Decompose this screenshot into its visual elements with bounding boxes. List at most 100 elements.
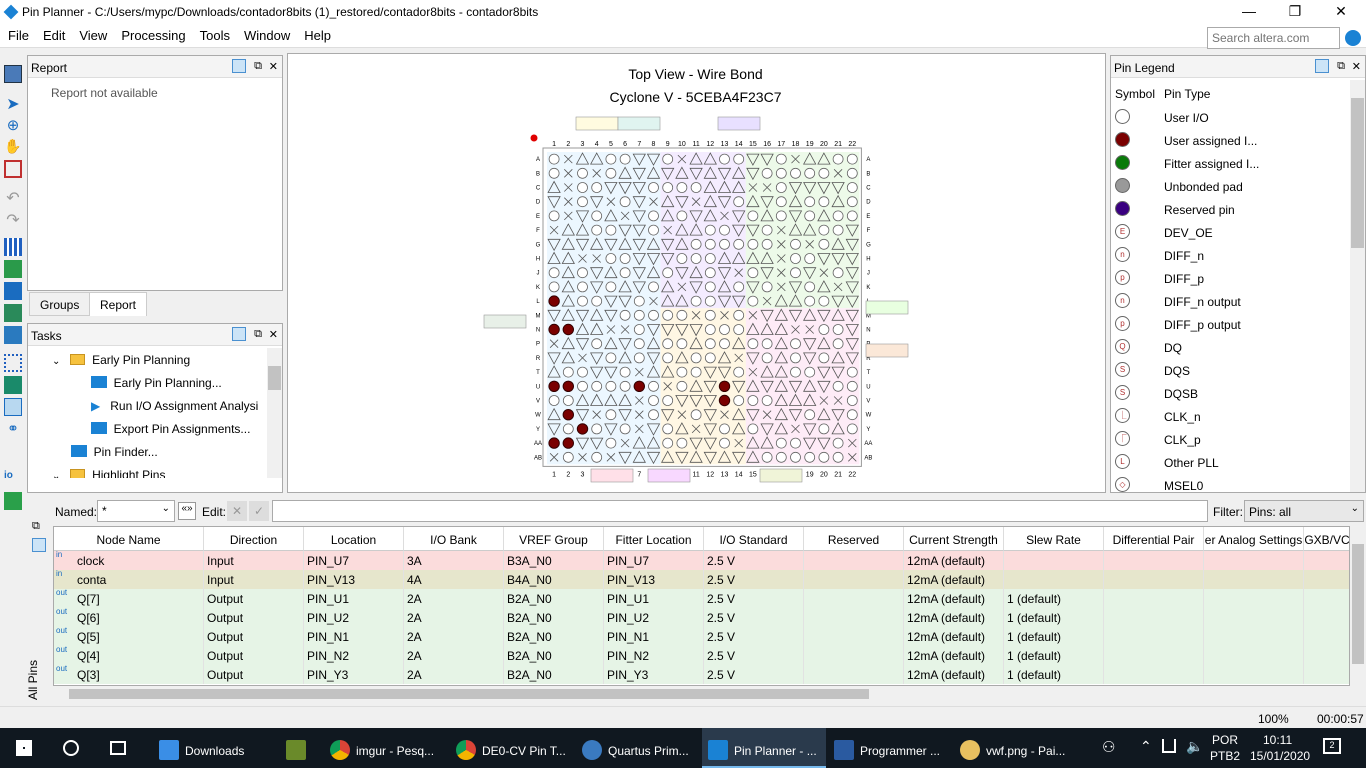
table-vscroll[interactable] [1350,526,1366,686]
close-button[interactable]: ✕ [1318,0,1364,24]
grid-icon[interactable] [4,354,22,372]
tray-chevron-icon[interactable]: ⌃ [1140,738,1152,755]
taskbar-chrome-de0[interactable]: DE0-CV Pin T... [450,728,574,768]
cell-empty[interactable] [1304,608,1349,627]
help-icon[interactable] [1345,30,1361,46]
cell-cur[interactable]: 12mA (default) [904,551,1004,570]
tab-groups[interactable]: Groups [29,292,91,316]
table-row[interactable]: out Q[5] Output PIN_N1 2A B2A_N0 PIN_N1 2.5 V 12… [54,627,1349,646]
minimize-button[interactable]: — [1226,0,1272,24]
cell-bank[interactable]: 2A [404,646,504,665]
cell-empty[interactable] [1304,570,1349,589]
taskbar-downloads[interactable]: Downloads [155,728,268,768]
column-header[interactable]: Fitter Location [604,527,704,551]
pin-grid[interactable]: 1122334455667788991010111112121313141415… [288,54,1105,492]
clock-time[interactable]: 10:11 [1263,733,1292,747]
cell-empty[interactable] [1304,627,1349,646]
cell-empty[interactable] [1304,551,1349,570]
cell-res[interactable] [804,665,904,684]
cell-empty[interactable] [1104,589,1204,608]
cell-vref[interactable]: B2A_N0 [504,589,604,608]
cell-cur[interactable]: 12mA (default) [904,665,1004,684]
pin-grid-icon[interactable] [4,238,22,256]
cell-vref[interactable]: B2A_N0 [504,627,604,646]
cell-cur[interactable]: 12mA (default) [904,608,1004,627]
table-row[interactable]: out Q[6] Output PIN_U2 2A B2A_N0 PIN_U2 2.5 V 12… [54,608,1349,627]
close-panel-icon[interactable]: ✕ [1352,60,1361,73]
cell-std[interactable]: 2.5 V [704,627,804,646]
cell-dir[interactable]: Input [204,570,304,589]
scroll-thumb[interactable] [1352,544,1364,664]
cell-bank[interactable]: 2A [404,608,504,627]
cell-fit[interactable]: PIN_N2 [604,646,704,665]
cell-loc[interactable]: PIN_U7 [304,551,404,570]
cell-loc[interactable]: PIN_N2 [304,646,404,665]
pin-planner-icon[interactable] [4,65,22,83]
cell-res[interactable] [804,608,904,627]
cell-bank[interactable]: 2A [404,627,504,646]
column-header[interactable]: Differential Pair [1104,527,1204,551]
cancel-edit-icon[interactable]: ✕ [227,501,247,521]
cell-dir[interactable]: Output [204,589,304,608]
search-input[interactable] [1207,27,1340,49]
menu-edit[interactable]: Edit [35,24,71,46]
cell-name[interactable]: Q[4] [74,646,204,665]
close-panel-icon[interactable]: ✕ [269,328,278,341]
scroll-thumb[interactable] [69,689,869,699]
cell-empty[interactable] [1104,646,1204,665]
cell-slew[interactable]: 1 (default) [1004,589,1104,608]
cell-empty[interactable] [1104,570,1204,589]
hand-icon[interactable]: ✋ [4,138,22,156]
cell-slew[interactable] [1004,551,1104,570]
cell-bank[interactable]: 4A [404,570,504,589]
scroll-thumb[interactable] [1351,98,1364,248]
table-row[interactable]: in conta Input PIN_V13 4A B4A_N0 PIN_V13 2.5 V1… [54,570,1349,589]
package-icon[interactable] [4,282,22,300]
cell-slew[interactable]: 1 (default) [1004,646,1104,665]
column-header[interactable]: I/O Standard [704,527,804,551]
cell-slew[interactable] [1004,570,1104,589]
redo-icon[interactable]: ↷ [4,210,22,229]
cell-res[interactable] [804,589,904,608]
cell-res[interactable] [804,627,904,646]
tab-report[interactable]: Report [89,292,148,316]
export-icon[interactable] [4,376,22,394]
cell-cur[interactable]: 12mA (default) [904,589,1004,608]
cell-fit[interactable]: PIN_U2 [604,608,704,627]
taskbar-w-app[interactable] [276,728,320,768]
cell-empty[interactable] [1304,646,1349,665]
cell-empty[interactable] [1104,608,1204,627]
binoculars-icon[interactable]: ⚭ [4,420,22,438]
cell-slew[interactable]: 1 (default) [1004,665,1104,684]
filter-combo[interactable]: Pins: all ⌄ [1244,500,1364,522]
cell-vref[interactable]: B2A_N0 [504,665,604,684]
io-icon[interactable]: io [4,470,22,488]
cell-dir[interactable]: Output [204,627,304,646]
cell-loc[interactable]: PIN_V13 [304,570,404,589]
windows-start-icon[interactable] [16,740,32,756]
cell-dir[interactable]: Output [204,665,304,684]
input-language[interactable]: POR [1212,733,1238,747]
cell-fit[interactable]: PIN_U1 [604,589,704,608]
cell-name[interactable]: clock [74,551,204,570]
cell-slew[interactable]: 1 (default) [1004,627,1104,646]
zoom-icon[interactable]: ⊕ [4,116,22,134]
column-header[interactable]: Reserved [804,527,904,551]
float-icon[interactable]: ⧉ [254,60,262,73]
menu-help[interactable]: Help [296,24,337,46]
clock-date[interactable]: 15/01/2020 [1250,749,1310,763]
taskbar-chrome-imgur[interactable]: imgur - Pesq... [324,728,448,768]
cell-std[interactable]: 2.5 V [704,646,804,665]
cell-empty[interactable] [1204,627,1304,646]
taskbar-paint[interactable]: vwf.png - Pai... [954,728,1078,768]
search-circle-icon[interactable] [63,740,79,756]
menu-view[interactable]: View [71,24,113,46]
cell-bank[interactable]: 3A [404,551,504,570]
column-header[interactable]: I/O Bank [404,527,504,551]
column-header[interactable]: Slew Rate [1004,527,1104,551]
cell-fit[interactable]: PIN_V13 [604,570,704,589]
cell-cur[interactable]: 12mA (default) [904,627,1004,646]
people-icon[interactable]: ⚇ [1102,738,1115,756]
taskbar-pin-planner[interactable]: Pin Planner - ... [702,728,826,768]
cell-empty[interactable] [1204,646,1304,665]
